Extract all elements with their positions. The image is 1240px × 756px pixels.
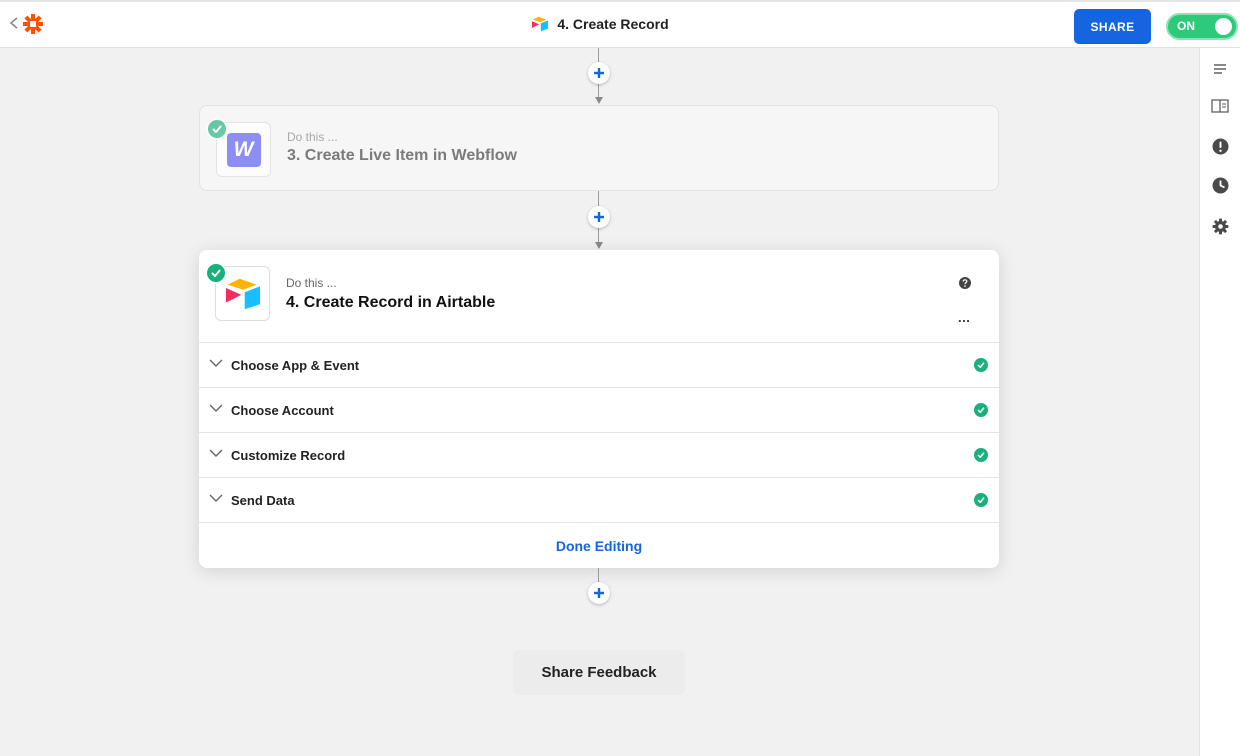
section-send-data[interactable]: Send Data	[199, 477, 999, 522]
help-icon[interactable]	[959, 277, 971, 289]
share-feedback-button[interactable]: Share Feedback	[513, 650, 685, 695]
toggle-knob	[1215, 18, 1232, 35]
details-icon	[1214, 64, 1226, 74]
connector-arrow	[594, 242, 603, 249]
section-complete-check-icon	[974, 448, 988, 462]
more-options-icon[interactable]: ...	[958, 310, 970, 325]
step-prefix: Do this ...	[287, 130, 338, 144]
plus-icon	[594, 588, 604, 598]
top-bar: 4. Create Record SHARE ON	[0, 0, 1240, 48]
zap-on-toggle[interactable]: ON	[1166, 13, 1238, 40]
alerts-button[interactable]	[1208, 134, 1232, 158]
chevron-down-icon	[209, 449, 223, 457]
plus-icon	[594, 212, 604, 222]
guide-icon	[1211, 99, 1229, 113]
webflow-icon: W	[226, 132, 261, 167]
step-complete-check-icon	[206, 118, 228, 140]
connector-arrow	[594, 97, 603, 104]
section-customize-record[interactable]: Customize Record	[199, 432, 999, 477]
history-button[interactable]	[1208, 173, 1232, 197]
section-label: Send Data	[231, 493, 295, 508]
chevron-down-icon	[209, 494, 223, 502]
section-choose-account[interactable]: Choose Account	[199, 387, 999, 432]
webflow-letter: W	[233, 137, 254, 161]
section-label: Choose App & Event	[231, 358, 360, 373]
airtable-icon	[225, 278, 260, 309]
step-card-airtable: Do this ... 4. Create Record in Airtable…	[199, 250, 999, 568]
add-step-button[interactable]	[588, 206, 610, 228]
done-editing-row: Done Editing	[199, 522, 999, 568]
step-complete-check-icon	[205, 262, 227, 284]
done-editing-button[interactable]: Done Editing	[556, 538, 642, 554]
right-sidebar	[1199, 48, 1240, 756]
section-complete-check-icon	[974, 358, 988, 372]
toggle-label: ON	[1177, 19, 1195, 33]
history-icon	[1212, 177, 1228, 193]
section-complete-check-icon	[974, 493, 988, 507]
share-button[interactable]: SHARE	[1074, 9, 1151, 44]
settings-button[interactable]	[1208, 214, 1232, 238]
zap-title: 4. Create Record	[0, 16, 1200, 37]
section-label: Choose Account	[231, 403, 334, 418]
zap-title-text: 4. Create Record	[557, 16, 669, 32]
connector-line	[598, 568, 599, 582]
airtable-icon	[532, 16, 549, 32]
add-step-button[interactable]	[588, 582, 610, 604]
chevron-down-icon	[209, 404, 223, 412]
plus-icon	[594, 68, 604, 78]
guide-button[interactable]	[1208, 94, 1232, 118]
settings-icon	[1212, 218, 1228, 234]
section-choose-app-event[interactable]: Choose App & Event	[199, 342, 999, 387]
step-title: 3. Create Live Item in Webflow	[287, 147, 517, 164]
section-label: Customize Record	[231, 448, 346, 463]
step-title: 4. Create Record in Airtable	[286, 294, 496, 311]
step-card-webflow[interactable]: W Do this ... 3. Create Live Item in Web…	[199, 105, 999, 191]
add-step-button[interactable]	[588, 62, 610, 84]
chevron-down-icon	[209, 359, 223, 367]
alert-icon	[1212, 138, 1228, 154]
details-button[interactable]	[1208, 57, 1232, 81]
section-complete-check-icon	[974, 403, 988, 417]
step-prefix: Do this ...	[286, 276, 337, 290]
